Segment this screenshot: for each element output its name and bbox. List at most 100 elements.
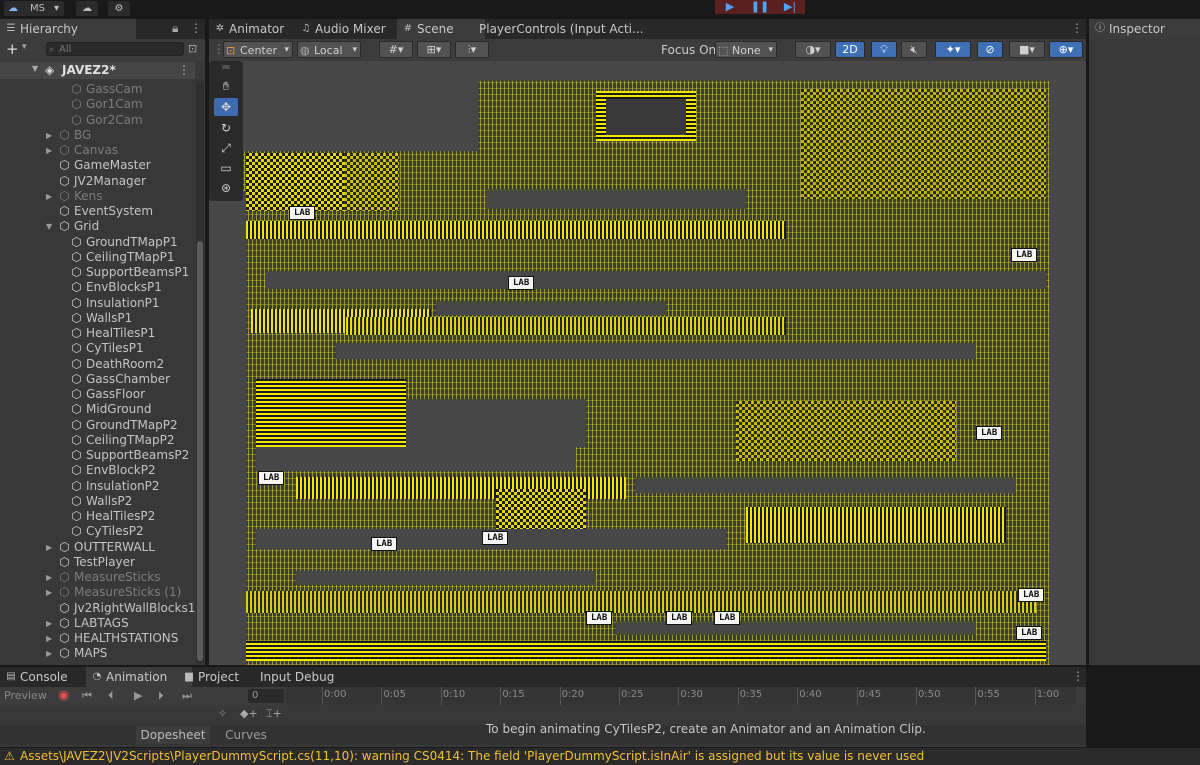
collapse-arrow-icon[interactable]: ▶ xyxy=(46,128,52,143)
hierarchy-item[interactable]: ⬡ TestPlayer xyxy=(0,555,195,570)
hand-tool-icon[interactable]: ✋︎ xyxy=(214,77,238,95)
hierarchy-item[interactable]: ⬡ Gor2Cam xyxy=(0,113,195,128)
collapse-arrow-icon[interactable]: ▶ xyxy=(46,540,52,555)
hierarchy-item[interactable]: ⬡ GroundTMapP1 xyxy=(0,235,195,250)
scrollbar-thumb[interactable] xyxy=(197,241,203,661)
transform-tool-icon[interactable]: ⊛ xyxy=(214,179,238,197)
hierarchy-item[interactable]: ⬡ HealTilesP2 xyxy=(0,509,195,524)
tab-player-controls[interactable]: PlayerControls (Input Acti... xyxy=(459,19,665,39)
lighting-toggle[interactable]: 💡︎ xyxy=(871,41,897,58)
audio-toggle[interactable]: 🔇︎ xyxy=(901,41,927,58)
expand-arrow-icon[interactable]: ▼ xyxy=(32,64,38,73)
rect-tool-icon[interactable]: ▭ xyxy=(214,159,238,177)
step-button[interactable]: ▶| xyxy=(775,0,805,14)
hierarchy-item[interactable]: ⬡ CeilingTMapP2 xyxy=(0,433,195,448)
hierarchy-item[interactable]: ⬡ HealTilesP1 xyxy=(0,326,195,341)
frame-field[interactable]: 0 xyxy=(248,689,284,703)
focus-target-dropdown[interactable]: ⬚ None ▾ xyxy=(715,41,777,58)
chevron-down-icon[interactable]: ▾ xyxy=(22,42,27,52)
hierarchy-item[interactable]: ⬡ InsulationP1 xyxy=(0,296,195,311)
hierarchy-item[interactable]: ⬡ MidGround xyxy=(0,402,195,417)
increment-snap-button[interactable]: ⊞▾ xyxy=(417,41,451,58)
shading-mode-button[interactable]: ◑▾ xyxy=(795,41,831,58)
expand-arrow-icon[interactable]: ▼ xyxy=(46,219,52,234)
add-button[interactable]: + xyxy=(6,40,19,58)
lock-icon[interactable]: 🔒︎ xyxy=(172,21,178,36)
tab-animation[interactable]: ◔ Animation xyxy=(86,667,192,687)
settings-gear-icon[interactable]: ⚙ xyxy=(108,1,130,16)
record-icon[interactable]: ◉ xyxy=(58,688,69,703)
hierarchy-item[interactable]: ⬡ EnvBlocksP1 xyxy=(0,280,195,295)
last-keyframe-icon[interactable]: ⏭ xyxy=(182,689,192,703)
add-event-icon[interactable]: ⌶+ xyxy=(266,707,282,721)
curves-tab[interactable]: Curves xyxy=(214,726,278,744)
collapse-arrow-icon[interactable]: ▶ xyxy=(46,189,52,204)
collapse-arrow-icon[interactable]: ▶ xyxy=(46,143,52,158)
hierarchy-item[interactable]: ▶ ⬡ OUTTERWALL xyxy=(0,540,195,555)
hierarchy-item[interactable]: ⬡ CyTilesP1 xyxy=(0,341,195,356)
hierarchy-item[interactable]: ⬡ GassCam xyxy=(0,82,195,97)
hierarchy-item[interactable]: ⬡ GroundTMapP2 xyxy=(0,418,195,433)
kebab-menu-icon[interactable]: ⋮ xyxy=(1071,21,1083,35)
scene-viewport[interactable]: LAB LAB LAB LAB LAB LAB LAB LAB LAB LAB … xyxy=(209,61,1086,665)
first-keyframe-icon[interactable]: ⏮ xyxy=(82,689,92,703)
collab-icon[interactable]: ☁ xyxy=(76,1,98,16)
hierarchy-item[interactable]: ⬡ GassFloor xyxy=(0,387,195,402)
effects-toggle[interactable]: ✦▾ xyxy=(935,41,971,58)
hierarchy-item[interactable]: ⬡ WallsP2 xyxy=(0,494,195,509)
pivot-dropdown[interactable]: ⊡ Center ▾ xyxy=(223,41,293,58)
gizmos-button[interactable]: ⊕▾ xyxy=(1049,41,1083,58)
kebab-menu-icon[interactable]: ⋮ xyxy=(1072,669,1084,683)
hierarchy-item[interactable]: ▼ ⬡ Grid xyxy=(0,219,195,234)
tab-input-debug[interactable]: Input Debug xyxy=(240,667,358,687)
hidden-objects-toggle[interactable]: ⊘ xyxy=(977,41,1003,58)
hierarchy-item[interactable]: ▶ ⬡ MAPS xyxy=(0,646,195,661)
hierarchy-item[interactable]: ▶ ⬡ Canvas xyxy=(0,143,195,158)
status-bar[interactable]: ⚠ Assets\JAVEZ2\JV2Scripts\PlayerDummySc… xyxy=(0,748,1200,765)
hierarchy-item[interactable]: ▶ ⬡ LABTAGS xyxy=(0,616,195,631)
tab-inspector[interactable]: ⓘ Inspector xyxy=(1089,19,1200,39)
hierarchy-item[interactable]: ⬡ Gor1Cam xyxy=(0,97,195,112)
collapse-arrow-icon[interactable]: ▶ xyxy=(46,585,52,600)
account-dropdown[interactable]: ☁ MS ▾ xyxy=(4,1,64,16)
preview-button[interactable]: Preview xyxy=(4,689,47,702)
collapse-arrow-icon[interactable]: ▶ xyxy=(46,631,52,646)
hierarchy-item[interactable]: ⬡ CyTilesP2 xyxy=(0,524,195,539)
kebab-menu-icon[interactable]: ⋮ xyxy=(190,21,202,35)
grid-snap-button[interactable]: #▾ xyxy=(379,41,413,58)
hierarchy-scrollbar[interactable] xyxy=(196,81,204,663)
add-keyframe-icon[interactable]: ◆+ xyxy=(240,707,258,720)
hierarchy-item[interactable]: ▶ ⬡ BG xyxy=(0,128,195,143)
filter-icon[interactable]: ✧ xyxy=(218,707,227,720)
grid-visibility-button[interactable]: ⫶▾ xyxy=(455,41,489,58)
hierarchy-item[interactable]: ⬡ Jv2RightWallBlocks1, xyxy=(0,601,199,616)
tab-hierarchy[interactable]: ☰ Hierarchy xyxy=(0,19,136,39)
space-dropdown[interactable]: ◍ Local ▾ xyxy=(297,41,361,58)
play-icon[interactable]: ▶ xyxy=(134,689,142,702)
prev-keyframe-icon[interactable]: ⏴ xyxy=(108,689,114,703)
hierarchy-item[interactable]: ▶ ⬡ HEALTHSTATIONS xyxy=(0,631,195,646)
tab-audio-mixer[interactable]: ♫ Audio Mixer xyxy=(295,19,409,39)
hierarchy-item[interactable]: ⬡ InsulationP2 xyxy=(0,479,195,494)
2d-mode-toggle[interactable]: 2D xyxy=(835,41,865,58)
rotate-tool-icon[interactable]: ↻ xyxy=(214,119,238,137)
scene-search-icon[interactable]: ⊡ xyxy=(188,42,197,55)
hierarchy-item[interactable]: ⬡ WallsP1 xyxy=(0,311,195,326)
hierarchy-item[interactable]: ⬡ SupportBeamsP1 xyxy=(0,265,195,280)
move-tool-icon[interactable]: ✥ xyxy=(214,98,238,116)
pause-button[interactable]: ❚❚ xyxy=(745,0,775,14)
collapse-arrow-icon[interactable]: ▶ xyxy=(46,570,52,585)
kebab-menu-icon[interactable]: ⋮ xyxy=(178,63,190,77)
hierarchy-item[interactable]: ⬡ EventSystem xyxy=(0,204,195,219)
scale-tool-icon[interactable]: ⤢ xyxy=(214,139,238,157)
collapse-arrow-icon[interactable]: ▶ xyxy=(46,616,52,631)
timeline-ruler[interactable]: 0:00 0:05 0:10 0:15 0:20 0:25 0:30 0:35 0:40 0:45… xyxy=(286,687,1076,705)
dopesheet-tab[interactable]: Dopesheet xyxy=(136,726,210,744)
hierarchy-item[interactable]: ⬡ JV2Manager xyxy=(0,174,195,189)
hierarchy-item[interactable]: ⬡ SupportBeamsP2 xyxy=(0,448,195,463)
hierarchy-item[interactable]: ⬡ EnvBlockP2 xyxy=(0,463,195,478)
play-button[interactable]: ▶ xyxy=(715,0,745,14)
hierarchy-item[interactable]: ⬡ GassChamber xyxy=(0,372,195,387)
hierarchy-item[interactable]: ▶ ⬡ MeasureSticks (1) xyxy=(0,585,195,600)
scene-root-row[interactable]: ▼ ◈ JAVEZ2* ⋮ xyxy=(0,62,195,79)
